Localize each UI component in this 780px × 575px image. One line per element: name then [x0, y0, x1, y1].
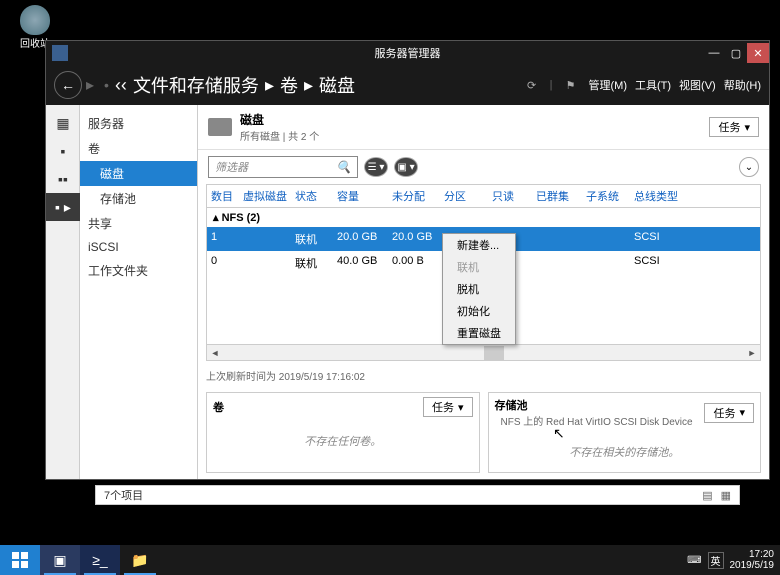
- filter-row: 筛选器 🔍 ☰ ▾ ▣ ▾ ⌄: [198, 150, 769, 184]
- sidebar-icon-dashboard[interactable]: ▦: [46, 109, 80, 137]
- tray-lang-icon[interactable]: 英: [708, 552, 724, 569]
- nav-disks[interactable]: 磁盘: [80, 161, 197, 186]
- menu-online: 联机: [443, 256, 515, 278]
- menu-reset-disk[interactable]: 重置磁盘: [443, 322, 515, 344]
- menu-initialize[interactable]: 初始化: [443, 300, 515, 322]
- breadcrumb[interactable]: ‹‹ 文件和存储服务 ▸ 卷 ▸ 磁盘: [115, 72, 522, 98]
- th-bus[interactable]: 总线类型: [630, 185, 682, 207]
- taskbar: ▣ ≥_ 📁 ⌨ 英 17:20 2019/5/19: [0, 545, 780, 575]
- nav-servers[interactable]: 服务器: [80, 111, 197, 136]
- details-view-icon[interactable]: ▤: [702, 489, 712, 502]
- scroll-right-icon[interactable]: ►: [744, 345, 760, 361]
- nav-volumes[interactable]: 卷: [80, 136, 197, 161]
- item-count: 7个项目: [104, 487, 143, 503]
- maximize-button[interactable]: ▢: [725, 43, 747, 63]
- icon-sidebar: ▦ ▪ ▪▪ ▪ ▸: [46, 105, 80, 479]
- nav-iscsi[interactable]: iSCSI: [80, 236, 197, 258]
- th-unalloc[interactable]: 未分配: [388, 185, 440, 207]
- nav-sidebar: 服务器 卷 磁盘 存储池 共享 iSCSI 工作文件夹: [80, 105, 198, 479]
- window-title: 服务器管理器: [375, 45, 441, 61]
- filter-input[interactable]: 筛选器 🔍: [208, 156, 358, 178]
- tray-ime-icon[interactable]: ⌨: [687, 555, 701, 566]
- scroll-left-icon[interactable]: ◄: [207, 345, 223, 361]
- th-cluster[interactable]: 已群集: [532, 185, 582, 207]
- volumes-empty: 不存在任何卷。: [207, 421, 479, 461]
- pools-tasks-button[interactable]: 任务▾: [704, 403, 754, 423]
- breadcrumb-2[interactable]: 卷: [280, 72, 298, 98]
- clock[interactable]: 17:20 2019/5/19: [730, 549, 775, 571]
- th-sub[interactable]: 子系统: [582, 185, 630, 207]
- menu-help[interactable]: 帮助(H): [724, 77, 761, 93]
- panel-subtitle: 所有磁盘 | 共 2 个: [240, 128, 709, 143]
- tasks-button[interactable]: 任务▾: [709, 117, 759, 137]
- close-button[interactable]: ✕: [747, 43, 769, 63]
- disk-icon: [208, 118, 232, 136]
- th-part[interactable]: 分区: [440, 185, 488, 207]
- volumes-tasks-button[interactable]: 任务▾: [423, 397, 473, 417]
- nav-shares[interactable]: 共享: [80, 211, 197, 236]
- context-menu: 新建卷... 联机 脱机 初始化 重置磁盘: [442, 233, 516, 345]
- panel-title: 磁盘: [240, 111, 709, 128]
- nav-pools[interactable]: 存储池: [80, 186, 197, 211]
- menubar: ← ▸ • ‹‹ 文件和存储服务 ▸ 卷 ▸ 磁盘 ⟳ | ⚑ 管理(M) 工具…: [46, 65, 769, 105]
- explorer-statusbar: 7个项目 ▤ ▦: [95, 485, 740, 505]
- chevron-down-icon: ▾: [458, 401, 464, 414]
- th-cap[interactable]: 容量: [333, 185, 388, 207]
- tiles-view-icon[interactable]: ▦: [721, 489, 731, 502]
- nav-separator: •: [104, 77, 109, 93]
- refresh-status: 上次刷新时间为 2019/5/19 17:16:02: [198, 365, 769, 386]
- search-icon[interactable]: 🔍: [336, 160, 351, 174]
- flag-icon[interactable]: ⚑: [561, 75, 581, 95]
- tag-button[interactable]: ▣ ▾: [394, 157, 418, 177]
- th-ro[interactable]: 只读: [488, 185, 532, 207]
- menu-manage[interactable]: 管理(M): [589, 77, 628, 93]
- titlebar: 服务器管理器 — ▢ ✕: [46, 41, 769, 65]
- taskbar-server-manager-icon[interactable]: ▣: [40, 545, 80, 575]
- expand-button[interactable]: ⌄: [739, 157, 759, 177]
- volumes-panel: 卷 任务▾ 不存在任何卷。: [206, 392, 480, 473]
- pools-empty: 不存在相关的存储池。: [489, 432, 761, 472]
- pools-panel: 存储池 NFS 上的 Red Hat VirtIO SCSI Disk Devi…: [488, 392, 762, 473]
- app-icon: [52, 45, 68, 61]
- nav-workfolders[interactable]: 工作文件夹: [80, 258, 197, 283]
- chevron-down-icon: ▾: [744, 121, 750, 134]
- volumes-title: 卷: [213, 399, 224, 415]
- refresh-icon[interactable]: ⟳: [522, 75, 542, 95]
- pools-subtitle: NFS 上的 Red Hat VirtIO SCSI Disk Device: [495, 413, 693, 428]
- pools-title: 存储池: [495, 400, 528, 412]
- nav-back-button[interactable]: ←: [54, 71, 82, 99]
- disks-panel-header: 磁盘 所有磁盘 | 共 2 个 任务▾: [198, 105, 769, 150]
- recycle-bin-icon: [20, 5, 50, 35]
- menu-tools[interactable]: 工具(T): [635, 77, 671, 93]
- scroll-thumb[interactable]: [484, 346, 504, 360]
- table-group[interactable]: ▴ NFS (2): [207, 208, 760, 227]
- breadcrumb-3[interactable]: 磁盘: [319, 72, 355, 98]
- menu-offline[interactable]: 脱机: [443, 278, 515, 300]
- minimize-button[interactable]: —: [703, 43, 725, 63]
- taskbar-powershell-icon[interactable]: ≥_: [80, 545, 120, 575]
- sidebar-icon-local[interactable]: ▪: [46, 137, 80, 165]
- menu-new-volume[interactable]: 新建卷...: [443, 234, 515, 256]
- sidebar-icon-all[interactable]: ▪▪: [46, 165, 80, 193]
- start-button[interactable]: [0, 545, 40, 575]
- server-manager-window: 服务器管理器 — ▢ ✕ ← ▸ • ‹‹ 文件和存储服务 ▸ 卷 ▸ 磁盘 ⟳…: [45, 40, 770, 480]
- nav-forward-button[interactable]: ▸: [86, 75, 94, 95]
- table-headers: 数目 虚拟磁盘 状态 容量 未分配 分区 只读 已群集 子系统 总线类型: [207, 185, 760, 208]
- chevron-down-icon: ▾: [739, 406, 745, 419]
- sidebar-icon-storage[interactable]: ▪ ▸: [46, 193, 80, 221]
- th-status[interactable]: 状态: [291, 185, 333, 207]
- disk-table: 数目 虚拟磁盘 状态 容量 未分配 分区 只读 已群集 子系统 总线类型 ▴ N…: [206, 184, 761, 361]
- taskbar-explorer-icon[interactable]: 📁: [120, 545, 160, 575]
- th-vdisk[interactable]: 虚拟磁盘: [239, 185, 291, 207]
- th-num[interactable]: 数目: [207, 185, 239, 207]
- breadcrumb-1[interactable]: 文件和存储服务: [133, 72, 259, 98]
- menu-view[interactable]: 视图(V): [679, 77, 716, 93]
- horizontal-scrollbar[interactable]: ◄ ►: [207, 344, 760, 360]
- list-view-button[interactable]: ☰ ▾: [364, 157, 388, 177]
